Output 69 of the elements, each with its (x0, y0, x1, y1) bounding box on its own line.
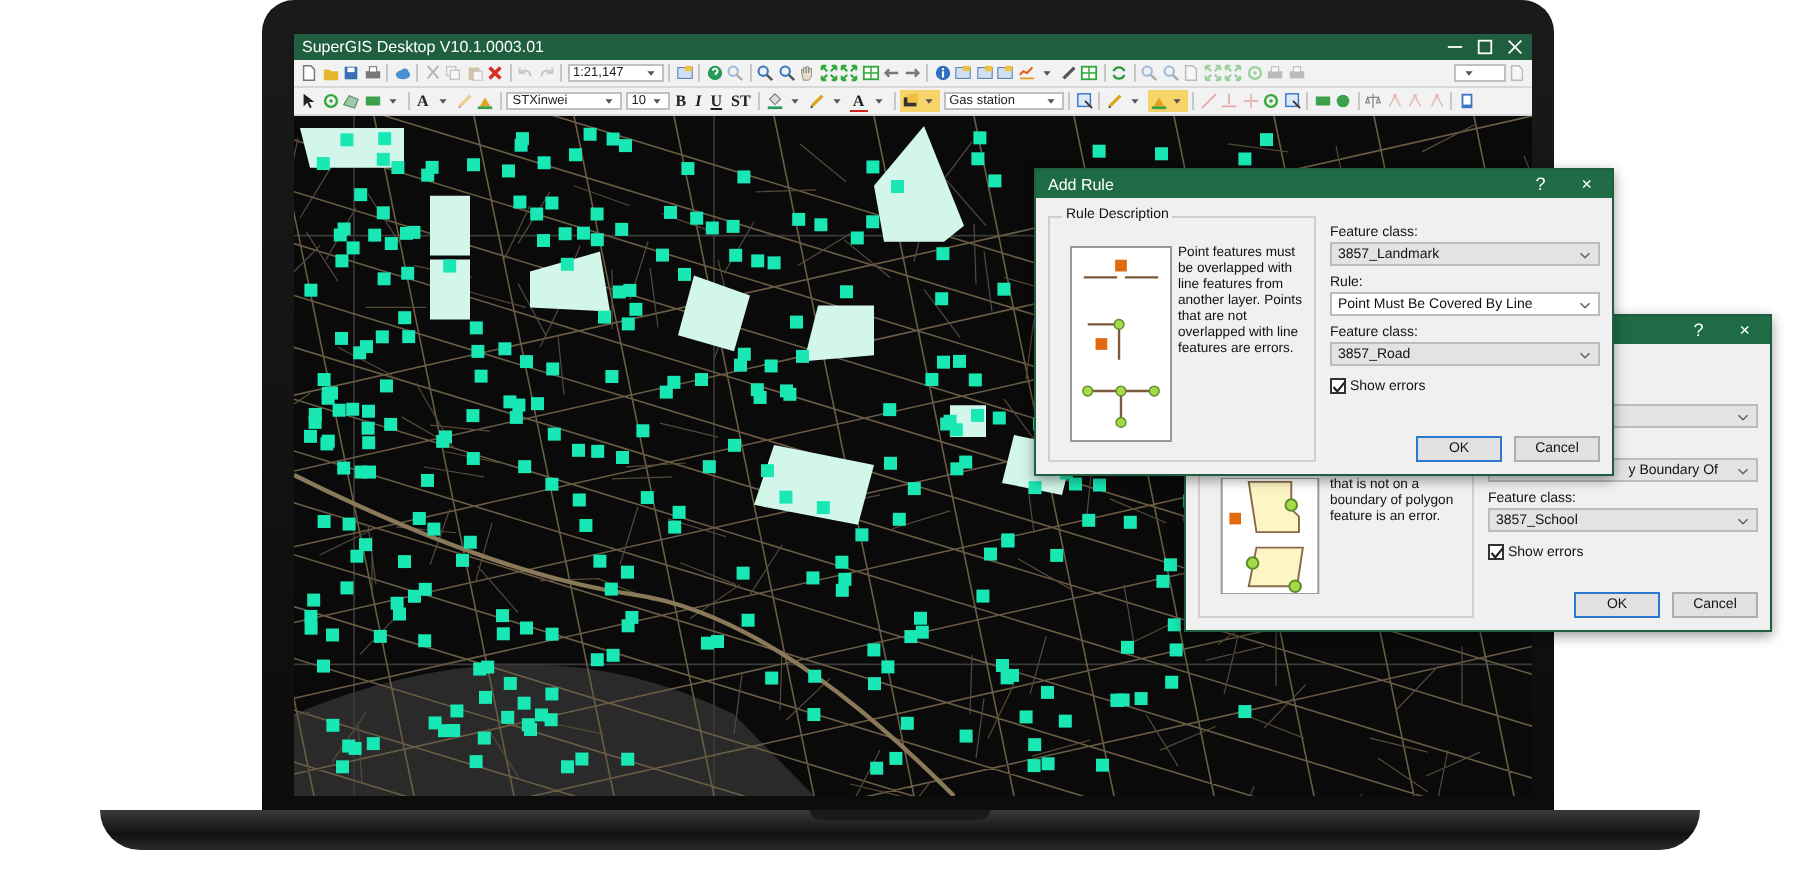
zoom-out-icon[interactable] (777, 64, 795, 82)
pencil-icon[interactable] (1105, 92, 1124, 110)
layer-icon[interactable] (902, 92, 921, 110)
format-button[interactable]: ST (728, 92, 754, 110)
close-icon[interactable] (1506, 38, 1524, 56)
line-color-icon[interactable] (807, 92, 826, 110)
highlighter-icon[interactable] (476, 92, 495, 110)
zoom-icon[interactable] (726, 64, 744, 82)
rectangle-icon[interactable] (1313, 92, 1332, 110)
grid-icon[interactable] (1080, 64, 1098, 82)
printer-icon[interactable] (1287, 64, 1305, 82)
cloud-icon[interactable] (393, 64, 411, 82)
vertex-icon[interactable] (1406, 92, 1425, 110)
select-icon[interactable] (1075, 92, 1094, 110)
wrench-icon[interactable] (1059, 64, 1077, 82)
zoom-in-icon[interactable] (756, 64, 774, 82)
printer-icon[interactable] (1266, 64, 1284, 82)
vertex-icon[interactable] (1427, 92, 1446, 110)
close-button[interactable]: × (1581, 174, 1592, 194)
text-tool-button[interactable]: A (414, 92, 432, 110)
full-extent-icon[interactable] (819, 64, 837, 82)
show-errors-checkbox[interactable] (1330, 378, 1346, 394)
dialog-title: Add Rule (1048, 175, 1114, 193)
chart-icon[interactable] (1017, 64, 1035, 82)
pointer-icon[interactable] (300, 92, 318, 110)
balance-icon[interactable] (1364, 92, 1383, 110)
highlighter-icon[interactable] (1149, 92, 1168, 110)
rectangle-icon[interactable] (363, 92, 381, 110)
plus-icon[interactable] (1241, 92, 1260, 110)
back-arrow-icon[interactable] (882, 64, 900, 82)
format-button[interactable]: B (672, 92, 690, 110)
notebook-icon[interactable] (1457, 92, 1476, 110)
vertex-icon[interactable] (1385, 92, 1404, 110)
cut-icon[interactable] (423, 64, 441, 82)
fill-icon[interactable] (765, 92, 784, 110)
delete-icon[interactable] (486, 64, 504, 82)
rule-diagram-drawing (1220, 478, 1320, 594)
new-file-icon[interactable] (300, 64, 318, 82)
picture-icon[interactable] (996, 64, 1014, 82)
layer-button[interactable] (900, 90, 941, 112)
page-icon[interactable] (1182, 64, 1200, 82)
circle-icon[interactable] (1334, 92, 1353, 110)
tee-icon[interactable] (1220, 92, 1239, 110)
window-title: SuperGIS Desktop V10.1.0003.01 (302, 38, 544, 56)
extent-icon[interactable] (840, 64, 858, 82)
help-button[interactable]: ? (1693, 320, 1704, 340)
help-button[interactable]: ? (1535, 174, 1546, 194)
show-errors-checkbox[interactable] (1488, 544, 1504, 560)
page-icon[interactable] (1508, 64, 1526, 82)
forward-arrow-icon[interactable] (903, 64, 921, 82)
pan-icon[interactable] (798, 64, 816, 82)
info-icon[interactable] (933, 64, 951, 82)
printer-icon[interactable] (363, 64, 381, 82)
highlighted-tool-button[interactable] (1147, 90, 1188, 112)
close-button[interactable]: × (1739, 320, 1750, 340)
maximize-icon[interactable] (1476, 38, 1494, 56)
refresh-icon[interactable] (1110, 64, 1128, 82)
picture-icon[interactable] (975, 64, 993, 82)
copy-icon[interactable] (444, 64, 462, 82)
format-button[interactable]: I (692, 92, 705, 110)
font-color-button[interactable]: A (849, 91, 868, 111)
select-icon[interactable] (1283, 92, 1302, 110)
format-button[interactable]: U (707, 92, 726, 110)
line-icon[interactable] (1199, 92, 1218, 110)
help-icon[interactable] (705, 64, 723, 82)
save-icon[interactable] (342, 64, 360, 82)
grid-icon[interactable] (861, 64, 879, 82)
polygon-icon[interactable] (342, 92, 360, 110)
picture-icon[interactable] (954, 64, 972, 82)
